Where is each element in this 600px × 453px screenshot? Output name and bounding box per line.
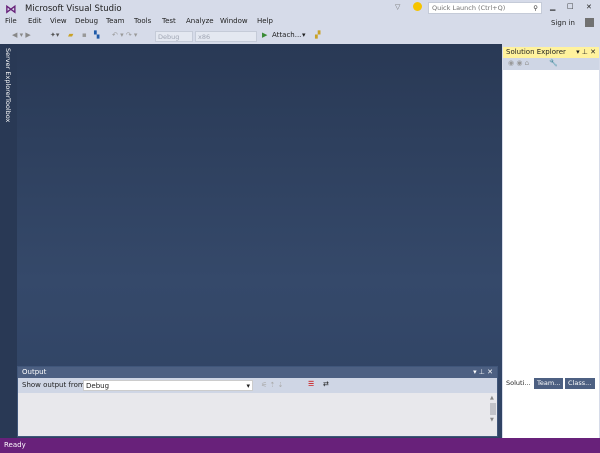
output-source-dropdown[interactable]: Debug ▾ xyxy=(83,380,253,391)
standard-toolbar: ◀ ▾ ▶ ✦▾ ▰ ▪ ▚ ↶ ▾ ↷ ▾ Debug x86 ▶ Attac… xyxy=(0,29,600,44)
solution-explorer-title: Solution Explorer xyxy=(506,48,566,56)
menu-edit[interactable]: Edit xyxy=(28,17,42,25)
quick-launch-input[interactable]: Quick Launch (Ctrl+Q) ⚲ xyxy=(428,2,542,14)
output-header: Output ▾ ⊥ ✕ xyxy=(18,367,497,378)
solution-explorer-toolbar: ◉ ◉ ⌂ 🔧 xyxy=(503,58,599,70)
account-icon[interactable] xyxy=(585,18,594,27)
close-button[interactable]: ✕ xyxy=(586,3,592,11)
panel-controls-icon[interactable]: ▾ ⊥ ✕ xyxy=(576,48,596,56)
quick-launch-placeholder: Quick Launch (Ctrl+Q) xyxy=(432,4,506,12)
undo-icon[interactable]: ↶ ▾ ↷ ▾ xyxy=(112,31,137,39)
open-file-icon[interactable]: ▰ xyxy=(68,31,73,39)
menu-analyze[interactable]: Analyze xyxy=(186,17,214,25)
save-icon[interactable]: ▪ xyxy=(82,31,87,39)
toolbox-tab[interactable]: Toolbox xyxy=(4,98,12,122)
output-panel: Output ▾ ⊥ ✕ Show output from: Debug ▾ ⚟ … xyxy=(17,366,498,437)
window-title: Microsoft Visual Studio xyxy=(25,4,122,14)
find-icon[interactable]: ▞ xyxy=(315,31,320,39)
left-dock-strip: Server Explorer Toolbox xyxy=(0,44,17,438)
save-all-icon[interactable]: ▚ xyxy=(94,31,99,39)
menu-tools[interactable]: Tools xyxy=(134,17,151,25)
menu-help[interactable]: Help xyxy=(257,17,273,25)
clear-all-icon[interactable]: ☰ xyxy=(308,380,314,388)
status-bar: Ready xyxy=(0,438,600,453)
sign-in-link[interactable]: Sign in xyxy=(551,19,575,27)
maximize-button[interactable]: □ xyxy=(567,2,574,10)
tab-team-explorer[interactable]: Team... xyxy=(534,378,563,389)
configuration-dropdown[interactable]: Debug xyxy=(155,31,193,42)
attach-dropdown-icon[interactable]: ▾ xyxy=(302,31,306,39)
server-explorer-tab[interactable]: Server Explorer xyxy=(4,48,12,98)
tab-class-view[interactable]: Class... xyxy=(565,378,595,389)
show-output-label: Show output from: xyxy=(22,381,88,389)
platform-dropdown[interactable]: x86 xyxy=(195,31,257,42)
find-message-icon[interactable]: ⚟ ⇡ ⇣ xyxy=(261,381,283,389)
menu-file[interactable]: File xyxy=(5,17,17,25)
menu-test[interactable]: Test xyxy=(162,17,176,25)
output-source-value: Debug xyxy=(86,382,110,390)
search-icon: ⚲ xyxy=(533,4,538,12)
filter-icon[interactable]: ▽ xyxy=(395,3,400,11)
tab-solution-explorer[interactable]: Soluti... xyxy=(503,378,532,389)
attach-button[interactable]: Attach... xyxy=(272,31,301,39)
play-icon[interactable]: ▶ xyxy=(262,31,267,39)
output-title: Output xyxy=(22,368,47,376)
word-wrap-icon[interactable]: ⇄ xyxy=(323,380,329,388)
status-text: Ready xyxy=(4,441,26,449)
visual-studio-logo-icon: ⋈ xyxy=(5,2,17,16)
properties-wrench-icon[interactable]: 🔧 xyxy=(549,59,558,67)
new-project-icon[interactable]: ✦▾ xyxy=(50,31,59,39)
menu-team[interactable]: Team xyxy=(106,17,125,25)
menu-bar: File Edit View Debug Team Tools Test Ana… xyxy=(0,17,400,29)
minimize-button[interactable]: ▁ xyxy=(550,3,555,11)
vertical-scrollbar[interactable]: ▲ ▼ xyxy=(490,395,496,429)
title-bar: ⋈ Microsoft Visual Studio ▽ Quick Launch… xyxy=(0,0,600,18)
feedback-smiley-icon[interactable] xyxy=(413,2,422,11)
menu-debug[interactable]: Debug xyxy=(75,17,98,25)
panel-controls-icon[interactable]: ▾ ⊥ ✕ xyxy=(473,368,493,376)
back-forward-icon[interactable]: ◉ ◉ ⌂ xyxy=(508,59,529,67)
solution-explorer-header: Solution Explorer ▾ ⊥ ✕ xyxy=(503,47,599,58)
back-icon[interactable]: ◀ ▾ ▶ xyxy=(12,31,31,39)
menu-view[interactable]: View xyxy=(50,17,67,25)
output-toolbar: Show output from: Debug ▾ ⚟ ⇡ ⇣ ☰ ⇄ xyxy=(18,378,497,393)
menu-window[interactable]: Window xyxy=(220,17,248,25)
